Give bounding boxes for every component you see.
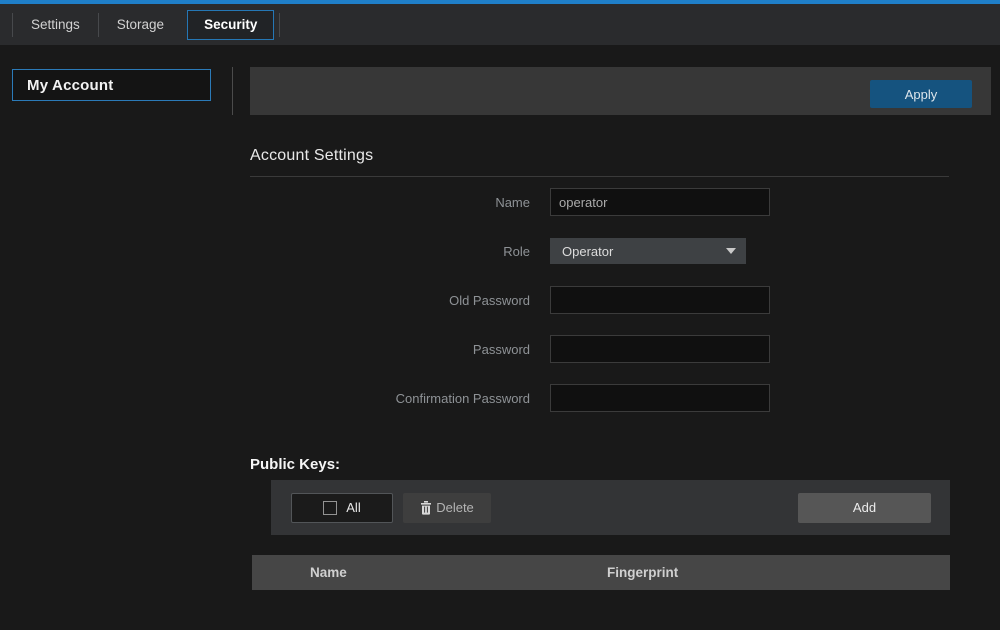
form-row-old-password: Old Password xyxy=(250,286,991,314)
confirmation-password-label: Confirmation Password xyxy=(250,391,530,406)
security-page: Settings Storage Security My Account App… xyxy=(0,0,1000,630)
form-row-password: Password xyxy=(250,335,991,363)
column-header-fingerprint: Fingerprint xyxy=(552,565,678,580)
password-input[interactable] xyxy=(550,335,770,363)
public-keys-title: Public Keys: xyxy=(250,456,991,473)
role-label: Role xyxy=(250,244,530,259)
account-settings-form: Name Role Operator Old Password Password… xyxy=(250,188,991,412)
tab-security[interactable]: Security xyxy=(187,10,274,40)
tab-storage[interactable]: Storage xyxy=(99,4,182,45)
name-input[interactable] xyxy=(550,188,770,216)
name-label: Name xyxy=(250,195,530,210)
form-row-role: Role Operator xyxy=(250,237,991,265)
password-label: Password xyxy=(250,342,530,357)
column-header-name: Name xyxy=(252,565,552,580)
old-password-input[interactable] xyxy=(550,286,770,314)
tab-bar: Settings Storage Security xyxy=(0,4,1000,45)
main-content: Apply Account Settings Name Role Operato… xyxy=(250,45,991,590)
tab-settings[interactable]: Settings xyxy=(13,4,98,45)
select-all-label: All xyxy=(346,500,360,515)
sidebar: My Account xyxy=(0,45,240,101)
add-button[interactable]: Add xyxy=(798,493,931,523)
select-all-checkbox[interactable] xyxy=(323,501,337,515)
old-password-label: Old Password xyxy=(250,293,530,308)
public-keys-table-header: Name Fingerprint xyxy=(252,555,950,590)
delete-button[interactable]: Delete xyxy=(403,493,491,523)
trash-icon xyxy=(420,501,432,515)
action-bar: Apply xyxy=(250,67,991,115)
apply-button[interactable]: Apply xyxy=(870,80,972,108)
tab-divider xyxy=(279,13,280,37)
page-title: Account Settings xyxy=(250,147,991,165)
confirmation-password-input[interactable] xyxy=(550,384,770,412)
role-selected-value: Operator xyxy=(562,244,613,259)
select-all-button[interactable]: All xyxy=(291,493,393,523)
public-keys-toolbar: All Delete Add xyxy=(271,480,950,535)
form-row-confirmation-password: Confirmation Password xyxy=(250,384,991,412)
chevron-down-icon xyxy=(726,248,736,254)
section-divider xyxy=(250,176,949,177)
sidebar-content-divider xyxy=(232,67,233,115)
sidebar-item-my-account[interactable]: My Account xyxy=(12,69,211,101)
role-select[interactable]: Operator xyxy=(550,238,746,264)
form-row-name: Name xyxy=(250,188,991,216)
delete-label: Delete xyxy=(436,500,474,515)
